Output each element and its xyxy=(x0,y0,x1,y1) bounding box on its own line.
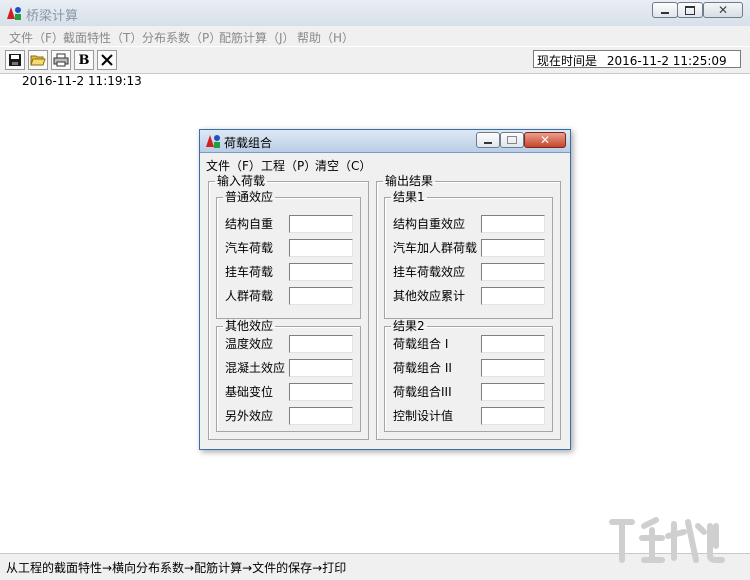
load-combination-dialog: 荷载组合 ✕ 文件（F） 工程（P） 清空（C） 输入荷载 普通效应 结构自重 … xyxy=(199,129,571,450)
dialog-minimize-button[interactable] xyxy=(476,132,500,148)
restore-icon xyxy=(685,5,695,15)
additional-effect-label: 另外效应 xyxy=(225,409,274,423)
app-logo-icon xyxy=(7,7,21,20)
open-icon xyxy=(30,55,46,66)
bold-button[interactable]: B xyxy=(74,50,94,70)
vehicle-crowd-load-output[interactable] xyxy=(481,239,545,257)
minimize-icon xyxy=(484,142,492,144)
dialog-title: 荷载组合 xyxy=(224,136,273,150)
open-button[interactable] xyxy=(28,50,48,70)
concrete-effect-label: 混凝土效应 xyxy=(225,361,286,375)
print-button[interactable] xyxy=(51,50,71,70)
dialog-app-icon xyxy=(206,135,220,148)
concrete-effect-input[interactable] xyxy=(289,359,353,377)
load-combination-1-output[interactable] xyxy=(481,335,545,353)
minimize-icon xyxy=(661,12,669,14)
watermark-logo-icon xyxy=(609,517,725,563)
foundation-displacement-label: 基础变位 xyxy=(225,385,274,399)
dialog-menu-file[interactable]: 文件（F） xyxy=(206,157,261,174)
dialog-close-button[interactable]: ✕ xyxy=(524,132,566,148)
restore-button[interactable] xyxy=(677,2,703,18)
close-button[interactable]: ✕ xyxy=(703,2,743,18)
menu-file[interactable]: 文件（F） xyxy=(9,29,64,46)
vehicle-load-label: 汽车荷载 xyxy=(225,241,274,255)
vehicle-crowd-load-label: 汽车加人群荷载 xyxy=(393,241,478,255)
close-icon: ✕ xyxy=(717,3,729,17)
trailer-load-effect-label: 挂车荷载效应 xyxy=(393,265,466,279)
save-button[interactable] xyxy=(5,50,25,70)
vehicle-load-input[interactable] xyxy=(289,239,353,257)
result2-legend: 结果2 xyxy=(393,319,425,333)
crowd-load-input[interactable] xyxy=(289,287,353,305)
save-icon xyxy=(9,54,21,66)
other-effects-legend: 其他效应 xyxy=(225,319,274,333)
restore-icon xyxy=(507,136,517,144)
additional-effect-input[interactable] xyxy=(289,407,353,425)
output-results-legend: 输出结果 xyxy=(385,174,434,188)
dialog-menubar: 文件（F） 工程（P） 清空（C） xyxy=(200,154,570,174)
exit-button[interactable] xyxy=(97,50,117,70)
trailer-load-label: 挂车荷载 xyxy=(225,265,274,279)
menubar: 文件（F） 截面特性（T） 分布系数（P） 配筋计算（J） 帮助（H） xyxy=(0,26,750,46)
structure-weight-input[interactable] xyxy=(289,215,353,233)
normal-effects-legend: 普通效应 xyxy=(225,190,274,204)
toolbar: B 现在时间是 2016-11-2 11:25:09 xyxy=(0,47,750,74)
temperature-effect-label: 温度效应 xyxy=(225,337,274,351)
close-icon: ✕ xyxy=(539,133,551,147)
structure-weight-effect-label: 结构自重效应 xyxy=(393,217,466,231)
input-loads-legend: 输入荷载 xyxy=(217,174,266,188)
dialog-restore-button[interactable] xyxy=(500,132,524,148)
main-titlebar[interactable]: 桥梁计算 ✕ xyxy=(0,0,750,27)
menu-distribution-coefficient[interactable]: 分布系数（P） xyxy=(142,29,221,46)
minimize-button[interactable] xyxy=(652,2,678,18)
load-combination-3-label: 荷载组合III xyxy=(393,385,452,399)
window-title: 桥梁计算 xyxy=(26,9,79,24)
structure-weight-effect-output[interactable] xyxy=(481,215,545,233)
dialog-titlebar[interactable]: 荷载组合 ✕ xyxy=(200,130,570,153)
other-effects-total-label: 其他效应累计 xyxy=(393,289,466,303)
clock-display: 现在时间是 2016-11-2 11:25:09 xyxy=(533,50,741,68)
load-combination-2-label: 荷载组合 II xyxy=(393,361,452,375)
design-control-value-label: 控制设计值 xyxy=(393,409,454,423)
status-text: 从工程的截面特性→横向分布系数→配筋计算→文件的保存→打印 xyxy=(6,561,347,575)
temperature-effect-input[interactable] xyxy=(289,335,353,353)
structure-weight-label: 结构自重 xyxy=(225,217,274,231)
dialog-menu-project[interactable]: 工程（P） xyxy=(261,157,316,174)
dialog-menu-clear[interactable]: 清空（C） xyxy=(315,157,371,174)
design-control-value-output[interactable] xyxy=(481,407,545,425)
start-timestamp: 2016-11-2 11:19:13 xyxy=(22,74,142,88)
trailer-load-input[interactable] xyxy=(289,263,353,281)
load-combination-2-output[interactable] xyxy=(481,359,545,377)
close-x-icon xyxy=(101,54,113,66)
foundation-displacement-input[interactable] xyxy=(289,383,353,401)
crowd-load-label: 人群荷载 xyxy=(225,289,274,303)
menu-section-properties[interactable]: 截面特性（T） xyxy=(63,29,142,46)
load-combination-1-label: 荷载组合 I xyxy=(393,337,449,351)
clock-label: 现在时间是 xyxy=(537,54,598,68)
result1-legend: 结果1 xyxy=(393,190,425,204)
menu-reinforcement-calc[interactable]: 配筋计算（J） xyxy=(219,29,295,46)
menu-help[interactable]: 帮助（H） xyxy=(297,29,354,46)
print-icon xyxy=(53,53,69,67)
other-effects-total-output[interactable] xyxy=(481,287,545,305)
bold-b-icon: B xyxy=(78,52,90,68)
clock-value: 2016-11-2 11:25:09 xyxy=(606,54,727,68)
trailer-load-effect-output[interactable] xyxy=(481,263,545,281)
load-combination-3-output[interactable] xyxy=(481,383,545,401)
